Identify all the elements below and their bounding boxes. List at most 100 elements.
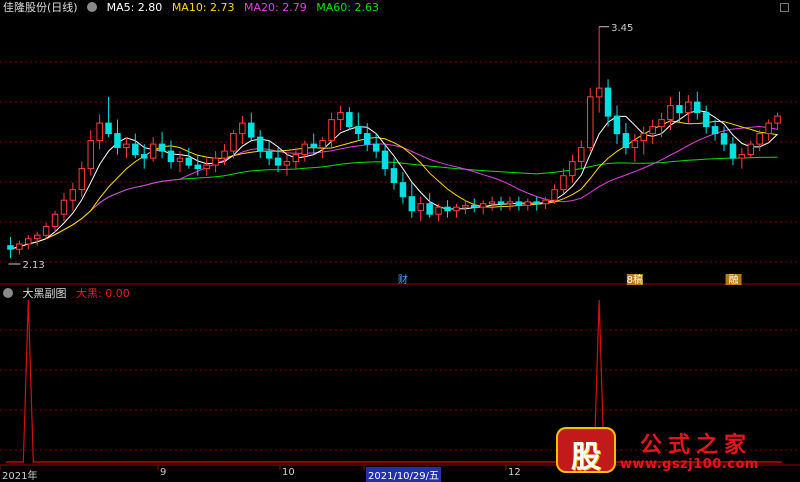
candle [533,196,540,211]
candle [337,105,344,131]
candle-body-up [328,119,335,142]
candle [426,193,433,218]
candle-body-down [399,182,407,198]
x-axis-label-sep: 9 [160,467,167,478]
candle [399,172,407,204]
x-axis-label-dec: 12 [508,467,521,478]
settings-gear-icon[interactable] [87,2,98,12]
candle [283,154,291,176]
candle [167,140,175,169]
candle-body-up [595,87,603,98]
candle [694,91,701,120]
candle-body-up [774,115,781,124]
candle [239,116,246,145]
indicator-header: 大黑副图 大黑: 0.00 [3,287,136,300]
candle [578,140,585,169]
candle-body-up [16,243,23,250]
candle-body-down [729,143,737,159]
candle [765,119,772,141]
x-axis-cursor-date: 2021/10/29/五 [366,467,442,482]
candle-body-up [685,101,692,114]
candle [310,133,317,155]
candle [7,236,14,258]
candle-body-up [551,189,558,201]
ma10-readout: MA10: 2.73 [171,1,235,14]
candle-body-up [96,122,103,142]
candle [78,161,86,197]
candle [479,200,487,215]
candle-body-up [25,238,32,245]
candle [158,131,166,159]
candle [667,96,674,131]
candle [444,200,451,218]
candle [613,105,621,145]
candle-body-down [720,133,728,145]
candle-body-up [176,157,184,163]
candle-body-up [524,201,531,206]
indicator-settings-gear-icon[interactable] [3,288,13,298]
candle-body-up [640,133,647,142]
candle-body-down [408,196,416,212]
candle-body-up [319,140,326,149]
candle [595,26,603,113]
high-price-label: 3.45 [611,23,633,34]
stock-title: 佳隆股份(日线) [3,1,78,14]
candle [16,240,23,255]
low-price-label: 2.13 [22,260,44,271]
candle-body-up [239,122,246,135]
chart-stage: 3.45 2.13 财 8稿 融 [0,23,800,470]
candle [435,203,442,222]
candle [87,130,94,176]
candle [631,133,639,162]
candle-body-up [221,150,228,159]
candle [462,200,469,215]
candle-body-down [158,143,166,152]
maximize-box-icon[interactable] [780,3,789,12]
candle [417,196,424,222]
event-marker-label: 融 [729,274,739,286]
candle-body-up [69,189,77,201]
candle-body-down [533,201,540,205]
candle-body-down [702,112,710,128]
candle-body-up [569,161,576,177]
candle-body-up [578,147,585,163]
candle [658,112,665,138]
candle [51,210,59,232]
candle-body-down [274,157,282,166]
candle-body-up [560,175,567,191]
candle-body-up [756,133,763,145]
candle [123,137,130,159]
candle-body-up [60,199,68,215]
candle-body-down [355,126,362,135]
candle-body-up [488,201,496,205]
candle [292,147,300,169]
candle-body-up [435,206,442,215]
candle-body-down [694,101,701,114]
candle [203,158,210,176]
candle-body-up [462,204,469,208]
main-header: 佳隆股份(日线) MA5: 2.80 MA10: 2.73 MA20: 2.79… [3,1,385,14]
candle [328,112,335,148]
candle-body-down [105,122,112,135]
event-marker-label: 8稿 [627,273,643,286]
candle-body-up [230,133,237,152]
candle-body-up [479,203,487,208]
candle [96,114,103,150]
candle-body-down [364,133,371,145]
watermark: 股 公式之家 www.gszj100.com [556,427,788,477]
candle-body-down [381,150,389,170]
candle-body-up [34,234,41,240]
candle [248,112,255,141]
candle-body-up [587,96,594,149]
candle [256,130,264,159]
candle-body-down [613,115,621,135]
candle-body-up [203,164,210,170]
candle [524,198,531,211]
candle-body-up [542,199,549,205]
candle-body-down [497,201,505,205]
candle-body-down [471,204,478,208]
candle-body-up [337,112,344,121]
candle [506,196,514,211]
candle-body-down [390,168,398,184]
candle [42,222,50,239]
